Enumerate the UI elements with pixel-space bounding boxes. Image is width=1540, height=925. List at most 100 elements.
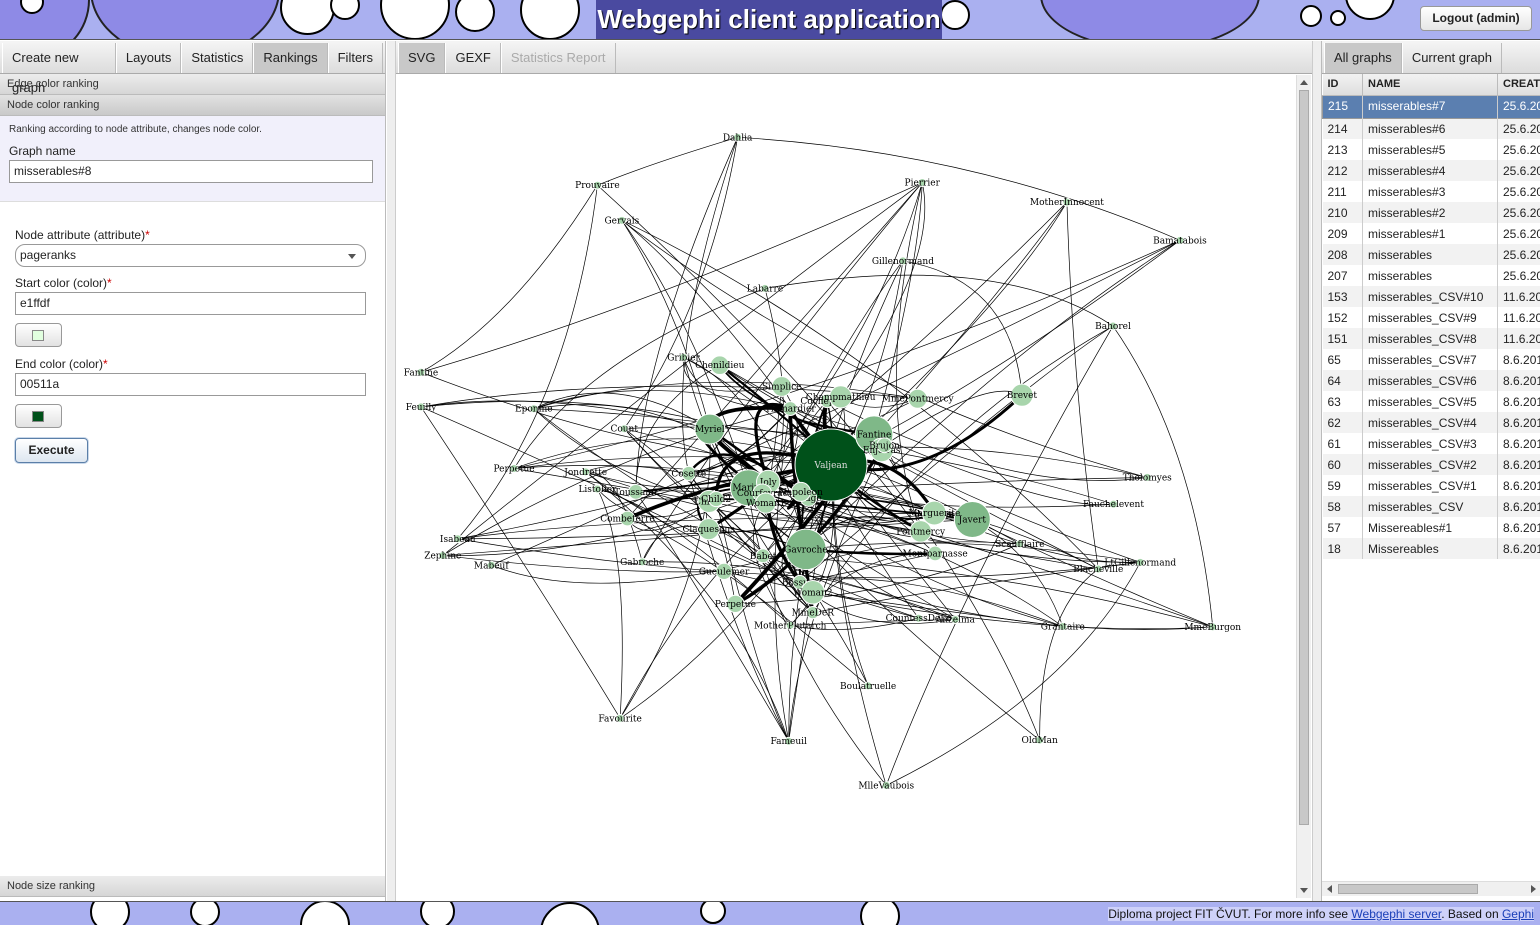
gephi-link[interactable]: Gephi [1502, 907, 1534, 921]
scroll-up-icon[interactable] [1300, 80, 1308, 85]
table-row[interactable]: 58 misserables_CSV 8.6.201 [1322, 496, 1540, 517]
tab-statistics[interactable]: Statistics [181, 43, 254, 73]
table-row[interactable]: 62 misserables_CSV#4 8.6.201 [1322, 412, 1540, 433]
scroll-left-icon[interactable] [1327, 885, 1332, 893]
table-row[interactable]: 65 misserables_CSV#7 8.6.201 [1322, 349, 1540, 370]
table-row[interactable]: 59 misserables_CSV#1 8.6.201 [1322, 475, 1540, 496]
table-row[interactable]: 213 misserables#5 25.6.20 [1322, 139, 1540, 160]
table-row[interactable]: 212 misserables#4 25.6.20 [1322, 160, 1540, 181]
end-color-picker-button[interactable] [15, 404, 62, 428]
start-color-swatch [32, 330, 44, 341]
graph-node-label: Simplice [762, 382, 801, 392]
table-row[interactable]: 214 misserables#6 25.6.20 [1322, 118, 1540, 139]
table-cell-name: misserables#5 [1362, 139, 1498, 160]
table-cell-name: misserables_CSV#9 [1362, 307, 1498, 328]
node-attribute-select[interactable]: pageranks [15, 244, 366, 267]
end-color-field[interactable]: 00511a [15, 373, 366, 396]
table-row[interactable]: 61 misserables_CSV#3 8.6.201 [1322, 433, 1540, 454]
table-row[interactable]: 64 misserables_CSV#6 8.6.201 [1322, 370, 1540, 391]
graph-canvas[interactable]: Valjean Myriel Marius Fantine Gavroche Javert… [396, 75, 1296, 898]
graph-node-label: Gabroche [620, 558, 664, 568]
banner-decoration [380, 0, 450, 39]
graph-node-label: Fantine [404, 368, 438, 378]
tab-rankings[interactable]: Rankings [253, 43, 328, 73]
table-cell-created: 8.6.201 [1497, 538, 1540, 559]
table-row[interactable]: 215 misserables#7 25.6.20 [1322, 95, 1540, 118]
webgephi-server-link[interactable]: Webgephi server [1351, 907, 1441, 921]
graph-node-label: MotherInnocent [1030, 198, 1104, 208]
tab-current-graph[interactable]: Current graph [1401, 43, 1503, 73]
footer-decoration [860, 902, 900, 925]
logout-button[interactable]: Logout (admin) [1420, 6, 1532, 31]
graph-node-label: Pontmercy [896, 527, 946, 537]
node-size-ranking-header[interactable]: Node size ranking [0, 876, 385, 897]
table-row[interactable]: 60 misserables_CSV#2 8.6.201 [1322, 454, 1540, 475]
table-cell-id: 207 [1322, 265, 1363, 286]
left-splitter[interactable] [387, 41, 395, 901]
tab-filters[interactable]: Filters [327, 43, 383, 73]
table-row[interactable]: 18 Missereables 8.6.201 [1322, 538, 1540, 559]
table-cell-id: 210 [1322, 202, 1363, 223]
tab-svg[interactable]: SVG [398, 43, 446, 73]
table-cell-id: 61 [1322, 433, 1363, 454]
table-row[interactable]: 210 misserables#2 25.6.20 [1322, 202, 1540, 223]
table-cell-id: 60 [1322, 454, 1363, 475]
table-cell-created: 8.6.201 [1497, 433, 1540, 454]
table-cell-id: 64 [1322, 370, 1363, 391]
banner-decoration [1330, 10, 1346, 26]
header-banner: Webgephi client application Logout (admi… [0, 0, 1540, 40]
graph-node-label: CountessDeLo [886, 614, 952, 624]
graph-node-label: Pierrier [905, 179, 941, 189]
table-row[interactable]: 151 misserables_CSV#8 11.6.20 [1322, 328, 1540, 349]
banner-decoration [330, 0, 360, 20]
graph-name-field[interactable]: misserables#8 [9, 160, 373, 183]
graph-node-label: Boulatruelle [840, 682, 896, 692]
start-color-picker-button[interactable] [15, 323, 62, 347]
tab-all-graphs[interactable]: All graphs [1324, 43, 1402, 73]
banner-decoration [90, 0, 280, 39]
tab-layouts[interactable]: Layouts [115, 43, 182, 73]
graph-node-label: Brujon [869, 441, 900, 451]
graph-node-label: Isabeau [440, 535, 476, 545]
graph-panel: SVG GEXF Statistics Report Valjean Myriel… [395, 41, 1313, 901]
tab-statistics-report: Statistics Report [500, 43, 616, 73]
graph-node-label: Javert [958, 516, 987, 526]
edge-color-ranking-header[interactable]: Edge color ranking [0, 74, 385, 95]
column-header-name[interactable]: NAME [1362, 74, 1498, 96]
graph-node-label: Child2 [701, 495, 731, 505]
scroll-right-icon[interactable] [1531, 885, 1536, 893]
scroll-down-icon[interactable] [1300, 888, 1308, 893]
table-row[interactable]: 207 misserables 25.6.20 [1322, 265, 1540, 286]
execute-button[interactable]: Execute [15, 438, 88, 463]
start-color-label: Start color (color) [15, 276, 108, 290]
start-color-field[interactable]: e1ffdf [15, 292, 366, 315]
table-row[interactable]: 57 Missereables#1 8.6.201 [1322, 517, 1540, 538]
table-cell-id: 65 [1322, 349, 1363, 370]
column-header-id[interactable]: ID [1322, 74, 1363, 96]
table-row[interactable]: 63 misserables_CSV#5 8.6.201 [1322, 391, 1540, 412]
banner-decoration [520, 0, 580, 39]
table-cell-id: 211 [1322, 181, 1363, 202]
graph-node-label: Marguerite [908, 509, 960, 519]
tab-create-new-graph[interactable]: Create new graph [2, 43, 116, 95]
scroll-thumb[interactable] [1338, 884, 1478, 894]
table-row[interactable]: 153 misserables_CSV#10 11.6.20 [1322, 286, 1540, 307]
table-row[interactable]: 211 misserables#3 25.6.20 [1322, 181, 1540, 202]
right-splitter[interactable] [1313, 41, 1321, 901]
graphs-panel: All graphs Current graph ID NAME CREATE … [1321, 41, 1540, 901]
table-cell-name: misserables_CSV#7 [1362, 349, 1498, 370]
scroll-thumb[interactable] [1299, 90, 1309, 825]
table-row[interactable]: 152 misserables_CSV#9 11.6.20 [1322, 307, 1540, 328]
ranking-description: Ranking according to node attribute, cha… [9, 124, 262, 135]
graph-node-label: Jondrette [563, 468, 607, 478]
graph-node-label: Prouvaire [575, 181, 620, 191]
column-header-created[interactable]: CREATE [1497, 74, 1540, 96]
footer-decoration [90, 902, 130, 925]
graph-vertical-scrollbar[interactable] [1296, 75, 1311, 898]
table-horizontal-scrollbar[interactable] [1322, 881, 1540, 896]
table-row[interactable]: 209 misserables#1 25.6.20 [1322, 223, 1540, 244]
graph-svg[interactable]: ValjeanMyrielMariusFantineGavrocheJavert… [396, 75, 1296, 898]
node-color-ranking-header[interactable]: Node color ranking [0, 95, 385, 116]
tab-gexf[interactable]: GEXF [445, 43, 501, 73]
table-row[interactable]: 208 misserables 25.6.20 [1322, 244, 1540, 265]
